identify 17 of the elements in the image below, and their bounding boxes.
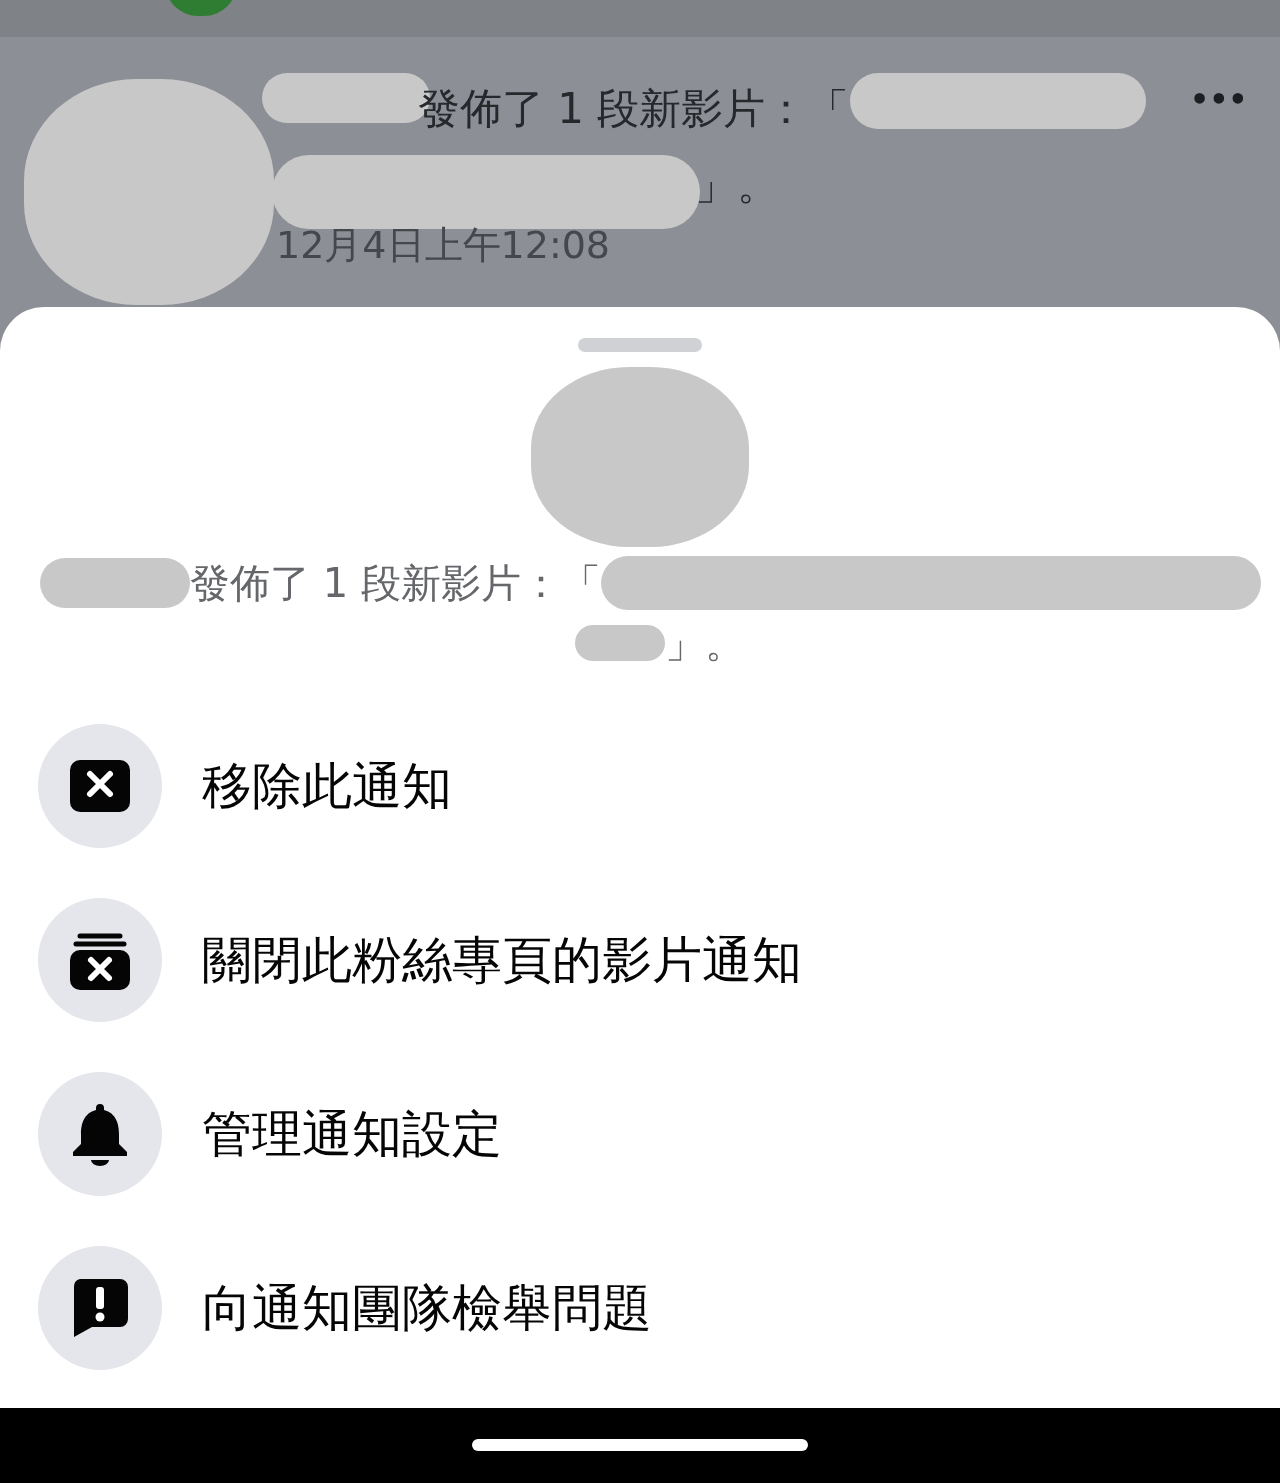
home-indicator[interactable] bbox=[472, 1439, 808, 1451]
bell-icon bbox=[71, 1102, 129, 1166]
notification-text: 發佈了 1 段新影片：「 bbox=[190, 559, 601, 608]
notification-text: 」。 bbox=[665, 619, 745, 668]
menu-item[interactable]: 關閉此粉絲專頁的影片通知 bbox=[0, 873, 1280, 1047]
menu-item[interactable]: 管理通知設定 bbox=[0, 1047, 1280, 1221]
menu-item[interactable]: 移除此通知 bbox=[0, 699, 1280, 873]
menu-item-label: 向通知團隊檢舉問題 bbox=[202, 1277, 652, 1339]
notification-text: 」。 bbox=[695, 159, 779, 211]
more-button[interactable]: ••• bbox=[1190, 77, 1248, 122]
menu-item-label: 移除此通知 bbox=[202, 755, 452, 817]
menu-item-label: 關閉此粉絲專頁的影片通知 bbox=[202, 929, 802, 991]
menu-item-label: 管理通知設定 bbox=[202, 1103, 502, 1165]
close-icon bbox=[68, 758, 132, 814]
menu-item[interactable]: 向通知團隊檢舉問題 bbox=[0, 1221, 1280, 1395]
timestamp: 12月4日上午12:08 bbox=[276, 222, 611, 269]
drag-handle[interactable] bbox=[578, 338, 702, 352]
